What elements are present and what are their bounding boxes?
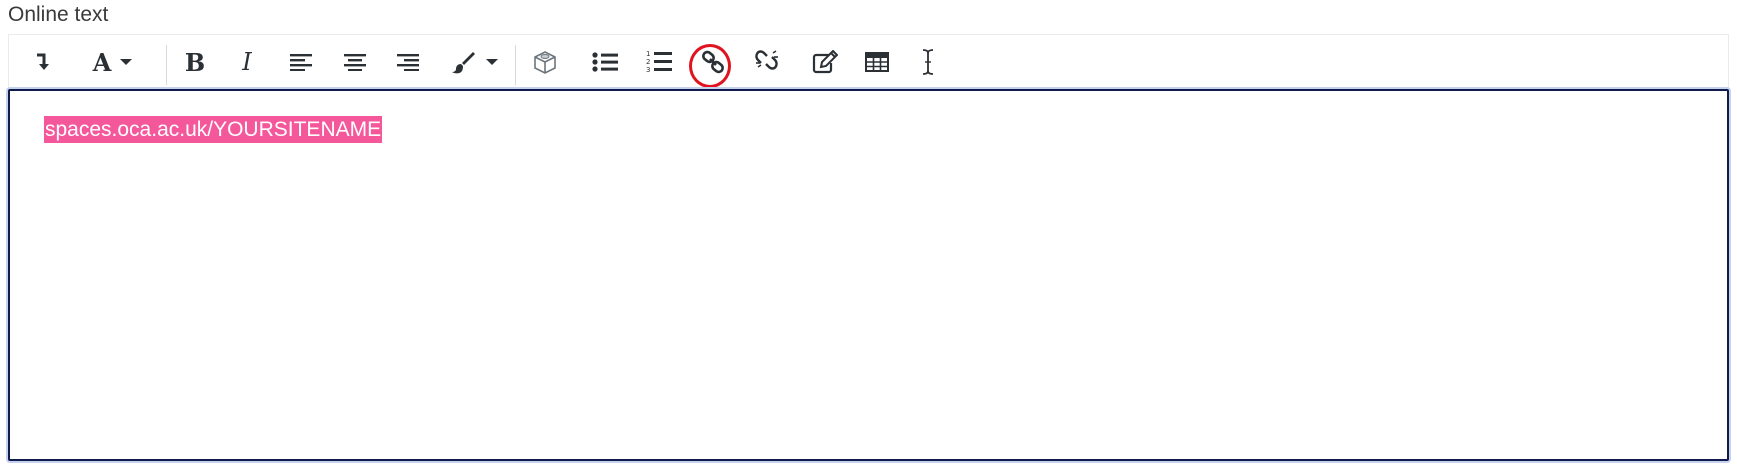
align-center-button[interactable] — [339, 45, 371, 79]
unlink-icon — [755, 50, 778, 70]
paragraph-style-button[interactable]: A — [87, 45, 139, 79]
insert-object-button[interactable] — [527, 45, 563, 79]
editor-toolbar: A B I 1 2 3 — [8, 34, 1729, 88]
cube-icon — [534, 51, 556, 74]
align-left-button[interactable] — [285, 45, 317, 79]
show-more-buttons-button[interactable] — [27, 45, 59, 79]
bold-button[interactable]: B — [179, 45, 211, 79]
italic-icon: I — [242, 48, 252, 76]
list-ul-icon — [592, 52, 618, 72]
link-icon — [702, 50, 724, 74]
paintbrush-icon — [452, 52, 475, 74]
field-label: Online text — [8, 3, 109, 26]
text-cursor-button[interactable] — [913, 45, 943, 79]
italic-button[interactable]: I — [231, 45, 263, 79]
align-right-button[interactable] — [392, 45, 424, 79]
table-icon — [865, 52, 889, 72]
edit-icon — [812, 50, 838, 74]
ordered-list-button[interactable]: 1 2 3 — [641, 45, 677, 79]
unlink-button[interactable] — [749, 45, 785, 79]
align-center-icon — [344, 54, 366, 71]
svg-text:2: 2 — [646, 58, 650, 66]
font-color-button[interactable] — [445, 45, 505, 79]
editor-content-area[interactable]: spaces.oca.ac.uk/YOURSITENAME — [8, 89, 1729, 461]
list-ol-icon: 1 2 3 — [646, 50, 672, 74]
unordered-list-button[interactable] — [587, 45, 623, 79]
level-down-icon — [37, 53, 49, 70]
bold-icon: B — [184, 47, 206, 77]
i-beam-icon — [922, 49, 934, 75]
link-button[interactable] — [695, 45, 731, 79]
edit-source-button[interactable] — [807, 45, 843, 79]
toolbar-group-separator — [166, 45, 167, 85]
table-button[interactable] — [859, 45, 895, 79]
chevron-down-icon — [486, 59, 498, 65]
align-left-icon — [290, 54, 312, 71]
toolbar-group-separator — [515, 45, 516, 85]
selected-text: spaces.oca.ac.uk/YOURSITENAME — [44, 116, 383, 143]
svg-text:3: 3 — [646, 66, 650, 74]
align-right-icon — [397, 54, 419, 71]
chevron-down-icon — [120, 59, 133, 65]
font-icon: A — [92, 47, 112, 77]
svg-text:1: 1 — [646, 50, 650, 58]
editor-text: spaces.oca.ac.uk/YOURSITENAME — [44, 116, 383, 143]
